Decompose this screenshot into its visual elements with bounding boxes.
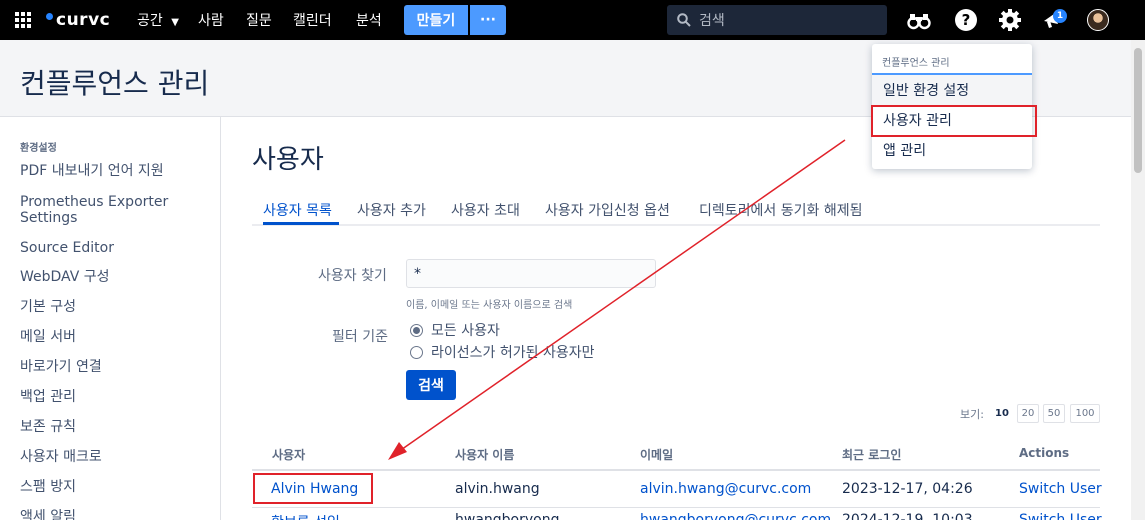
sidebar-heading: 환경설정 [20,143,57,154]
sidebar-item-shortcut-links[interactable]: 바로가기 연결 [20,359,210,375]
search-placeholder: 검색 [699,13,725,29]
dropdown-header: 컨플루언스 관리 [882,58,950,69]
user-name-link[interactable]: 황보룡 선임 [271,512,340,520]
search-icon [677,13,691,27]
annotation-highlight-box [871,105,1037,137]
create-button[interactable]: 만들기 [404,5,468,35]
tab-user-list[interactable]: 사용자 목록 [263,200,332,220]
column-header-username[interactable]: 사용자 이름 [455,446,514,463]
sidebar-item-webdav[interactable]: WebDAV 구성 [20,269,210,285]
sidebar-item-retention-rules[interactable]: 보존 규칙 [20,419,210,435]
tab-directory-unsynced[interactable]: 디렉토리에서 동기화 해제됨 [699,200,862,220]
radio-unchecked-icon[interactable] [410,345,423,359]
logo-text: curvc [56,10,111,30]
user-username: alvin.hwang [455,481,540,497]
admin-sidebar: 환경설정 PDF 내보내기 언어 지원 Prometheus Exporter … [0,117,221,520]
menu-item-general-config[interactable]: 일반 환경 설정 [872,75,1032,105]
radio-checked-icon[interactable] [410,323,423,337]
sidebar-item-prometheus-exporter[interactable]: Prometheus Exporter Settings [20,194,210,226]
avatar[interactable] [1087,9,1109,31]
sidebar-item-general-config[interactable]: 기본 구성 [20,299,210,315]
page-scrollbar[interactable] [1131,40,1145,520]
find-user-input[interactable] [406,259,656,288]
sidebar-item-source-editor[interactable]: Source Editor [20,240,210,256]
user-email-link[interactable]: alvin.hwang@curvc.com [640,481,811,497]
nav-spaces-label: 공간 [137,13,163,29]
filter-licensed-users[interactable]: 라이선스가 허가된 사용자만 [410,342,594,362]
page-size-50[interactable]: 50 [1043,404,1065,423]
filter-all-users[interactable]: 모든 사용자 [410,320,500,340]
page-title: 컨플루언스 관리 [20,67,210,100]
user-tabs: 사용자 목록 사용자 추가 사용자 초대 사용자 가입신청 옵션 디렉토리에서 … [252,197,1100,226]
filter-label: 필터 기준 [332,329,388,345]
sidebar-item-notifications[interactable]: 액세 알림 [20,509,210,520]
user-email-link[interactable]: hwangboryong@curvc.com [640,512,831,520]
user-last-login: 2023-12-17, 04:26 [842,481,973,497]
nav-analytics[interactable]: 분석 [356,10,382,30]
find-user-label: 사용자 찾기 [318,268,387,284]
pager-label: 보기: [960,408,984,421]
gear-icon[interactable] [998,8,1022,32]
column-header-actions: Actions [1019,446,1070,460]
app-switcher-icon[interactable] [15,12,31,28]
tab-add-user[interactable]: 사용자 추가 [357,200,426,220]
table-header-divider [252,469,1100,471]
logo[interactable]: curvc [46,10,110,30]
sidebar-item-mail-server[interactable]: 메일 서버 [20,329,210,345]
menu-item-app-management[interactable]: 앱 관리 [872,135,1032,165]
page-size-100[interactable]: 100 [1070,404,1100,423]
sidebar-item-user-macros[interactable]: 사용자 매크로 [20,449,210,465]
row-divider [252,507,1100,508]
scrollbar-thumb[interactable] [1134,48,1142,173]
search-input[interactable]: 검색 [667,5,887,35]
page-size-10[interactable]: 10 [993,404,1011,423]
nav-questions[interactable]: 질문 [246,10,272,30]
help-icon[interactable]: ? [954,8,978,32]
user-last-login: 2024-12-19, 10:03 [842,512,973,520]
logo-dot-icon [46,12,53,20]
nav-people[interactable]: 사람 [198,10,224,30]
find-user-hint: 이름, 이메일 또는 사용자 이름으로 검색 [406,300,573,311]
chevron-down-icon: ▼ [171,17,179,28]
nav-calendar[interactable]: 캘린더 [293,10,332,30]
column-header-user[interactable]: 사용자 [272,446,305,463]
active-tab-indicator [263,222,339,225]
column-header-email[interactable]: 이메일 [640,446,673,463]
filter-licensed-users-label: 라이선스가 허가된 사용자만 [431,345,595,361]
binoculars-icon[interactable] [907,8,931,32]
search-button[interactable]: 검색 [406,370,456,400]
column-header-last-login[interactable]: 최근 로그인 [842,446,901,463]
switch-user-link[interactable]: Switch User [1019,512,1102,520]
user-username: hwangboryong [455,512,560,520]
create-more-button[interactable]: ··· [470,5,506,35]
top-navigation: curvc 공간 ▼ 사람 질문 캘린더 분석 만들기 ··· 검색 ? 1 [0,0,1145,40]
sidebar-item-backup[interactable]: 백업 관리 [20,389,210,405]
nav-spaces[interactable]: 공간 ▼ [137,10,179,30]
svg-text:?: ? [962,11,971,29]
page-size-20[interactable]: 20 [1017,404,1039,423]
tab-signup-options[interactable]: 사용자 가입신청 옵션 [545,200,670,220]
sidebar-item-spam-prevention[interactable]: 스팸 방지 [20,479,210,495]
notification-badge: 1 [1053,9,1067,23]
switch-user-link[interactable]: Switch User [1019,481,1102,497]
filter-all-users-label: 모든 사용자 [431,323,500,339]
tab-invite-user[interactable]: 사용자 초대 [451,200,520,220]
section-title: 사용자 [252,145,324,175]
annotation-highlight-box [253,473,373,504]
sidebar-item-pdf-export-language[interactable]: PDF 내보내기 언어 지원 [20,163,210,179]
